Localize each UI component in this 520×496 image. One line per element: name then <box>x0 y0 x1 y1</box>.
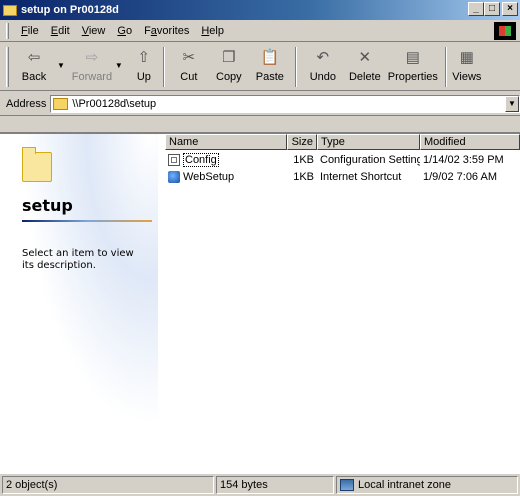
cut-button[interactable]: ✂ Cut <box>169 45 209 89</box>
menu-edit[interactable]: Edit <box>45 25 76 37</box>
views-icon: ▦ <box>459 49 474 66</box>
list-item[interactable]: Config 1KB Configuration Settings 1/14/0… <box>165 152 520 168</box>
chrome: File Edit View Go Favorites Help ⇦ Back … <box>0 20 520 132</box>
status-size: 154 bytes <box>216 476 334 494</box>
delete-button[interactable]: ✕ Delete <box>345 45 385 89</box>
status-zone: Local intranet zone <box>336 476 518 494</box>
delete-x-icon: ✕ <box>358 49 372 66</box>
up-folder-icon: ⇧ <box>137 49 151 66</box>
paste-icon: 📋 <box>260 49 280 66</box>
title-bar: setup on Pr00128d _ □ × <box>0 0 520 20</box>
file-list[interactable]: Name Size Type Modified Config 1KB Confi… <box>165 134 520 474</box>
column-header-name[interactable]: Name <box>165 134 287 150</box>
intranet-zone-icon <box>340 479 354 491</box>
minimize-button[interactable]: _ <box>468 2 484 16</box>
properties-icon: ▤ <box>405 49 420 66</box>
toolbar-separator <box>294 47 297 87</box>
undo-button[interactable]: ↶ Undo <box>301 45 345 89</box>
list-header: Name Size Type Modified <box>165 134 520 150</box>
title-underline <box>22 220 152 222</box>
views-button[interactable]: ▦ Views <box>451 45 483 89</box>
copy-button[interactable]: ❐ Copy <box>209 45 249 89</box>
toolbar-separator <box>444 47 447 87</box>
file-modified: 1/9/02 7:06 AM <box>423 171 497 183</box>
maximize-button[interactable]: □ <box>484 2 500 16</box>
address-value: \\Pr00128d\setup <box>72 97 157 110</box>
column-header-type[interactable]: Type <box>317 134 420 150</box>
forward-button[interactable]: ⇨ Forward <box>71 45 113 89</box>
toolbar: ⇦ Back ▼ ⇨ Forward ▼ ⇧ Up ✂ Cut ❐ Copy 📋… <box>0 43 520 91</box>
content-area: setup Select an item to view its descrip… <box>0 132 520 474</box>
address-bar: Address \\Pr00128d\setup ▼ <box>0 92 520 116</box>
menu-bar: File Edit View Go Favorites Help <box>0 20 520 42</box>
menu-go[interactable]: Go <box>111 25 138 37</box>
list-item[interactable]: WebSetup 1KB Internet Shortcut 1/9/02 7:… <box>165 169 520 185</box>
undo-icon: ↶ <box>316 49 330 66</box>
status-object-count: 2 object(s) <box>2 476 214 494</box>
properties-button[interactable]: ▤ Properties <box>385 45 441 89</box>
copy-icon: ❐ <box>222 49 236 66</box>
internet-shortcut-icon <box>168 171 180 183</box>
up-button[interactable]: ⇧ Up <box>129 45 159 89</box>
menu-file[interactable]: File <box>15 25 45 37</box>
folder-title: setup <box>22 196 73 215</box>
file-name: WebSetup <box>183 171 235 183</box>
windows-logo-icon <box>494 22 516 40</box>
settings-file-icon <box>168 154 180 166</box>
status-bar: 2 object(s) 154 bytes Local intranet zon… <box>0 474 520 496</box>
menu-grip[interactable] <box>6 22 9 39</box>
file-name: Config <box>183 153 219 167</box>
file-type: Configuration Settings <box>320 154 420 166</box>
folder-icon <box>3 4 17 16</box>
column-header-modified[interactable]: Modified <box>420 134 520 150</box>
forward-arrow-icon: ⇨ <box>85 49 99 66</box>
forward-dropdown-icon[interactable]: ▼ <box>115 61 123 70</box>
file-size: 1KB <box>293 171 314 183</box>
window-controls: _ □ × <box>468 2 518 16</box>
toolbar-separator <box>162 47 165 87</box>
window-title: setup on Pr00128d <box>21 4 119 16</box>
file-size: 1KB <box>293 154 314 166</box>
large-folder-icon <box>22 147 52 182</box>
address-input[interactable]: \\Pr00128d\setup ▼ <box>50 94 520 113</box>
back-arrow-icon: ⇦ <box>27 49 41 66</box>
folder-icon <box>53 97 69 110</box>
folder-description: Select an item to view its description. <box>22 248 134 271</box>
close-button[interactable]: × <box>502 2 518 16</box>
scissors-icon: ✂ <box>182 49 196 66</box>
back-button[interactable]: ⇦ Back <box>13 45 55 89</box>
menu-favorites[interactable]: Favorites <box>138 25 195 37</box>
menu-view[interactable]: View <box>76 25 112 37</box>
file-modified: 1/14/02 3:59 PM <box>423 154 504 166</box>
address-label: Address <box>6 97 47 110</box>
web-view-pane: setup Select an item to view its descrip… <box>0 134 158 474</box>
toolbar-grip[interactable] <box>6 47 9 87</box>
address-dropdown-button[interactable]: ▼ <box>505 95 519 112</box>
column-header-size[interactable]: Size <box>287 134 317 150</box>
menu-help[interactable]: Help <box>195 25 230 37</box>
paste-button[interactable]: 📋 Paste <box>249 45 291 89</box>
back-dropdown-icon[interactable]: ▼ <box>57 61 65 70</box>
file-type: Internet Shortcut <box>320 171 402 183</box>
